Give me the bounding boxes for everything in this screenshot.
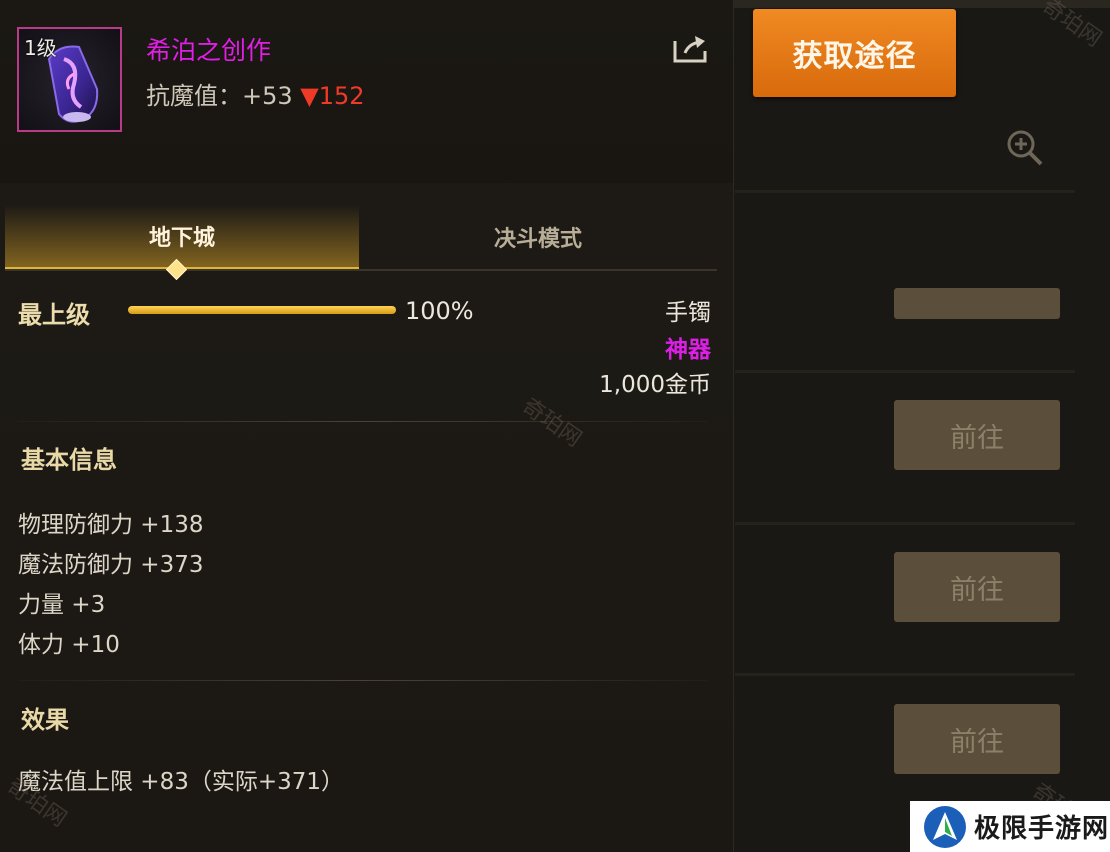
basic-stat: 魔法防御力 +373 (18, 552, 204, 578)
effect-line: 魔法值上限 +83（实际+371） (18, 769, 345, 795)
goto-button[interactable]: 前往 (894, 552, 1060, 622)
item-tooltip: 1级 希泊之创作 抗魔值：+53 ▼152 地下城 决斗模式 最上级 100% … (0, 0, 734, 852)
panel-divider (735, 522, 1075, 525)
item-price: 1,000金币 (599, 372, 711, 398)
basic-stat: 体力 +10 (18, 632, 120, 658)
stat-value: +53 (242, 82, 293, 110)
stat-delta: ▼152 (300, 82, 365, 110)
tab-dungeon[interactable]: 地下城 (5, 205, 359, 270)
mode-tabs: 地下城 决斗模式 (5, 205, 717, 271)
basic-info-title: 基本信息 (21, 446, 117, 474)
section-divider (18, 421, 708, 422)
grade-percent: 100% (405, 297, 474, 325)
tooltip-header: 1级 希泊之创作 抗魔值：+53 ▼152 (0, 0, 733, 183)
grade-bar (128, 306, 396, 314)
site-logo-text: 极限手游网 (974, 814, 1110, 844)
panel-divider (735, 190, 1075, 193)
stat-label: 抗魔值： (146, 82, 242, 110)
grade-bar-fill (128, 306, 396, 314)
item-level: 1级 (24, 36, 57, 60)
item-slot[interactable]: 1级 (17, 27, 122, 132)
basic-stat: 力量 +3 (18, 592, 106, 618)
tab-pvp[interactable]: 决斗模式 (359, 205, 717, 269)
goto-button[interactable]: 前往 (894, 704, 1060, 774)
basic-stat: 物理防御力 +138 (18, 512, 204, 538)
tab-underline (5, 269, 717, 271)
site-logo-icon (924, 805, 966, 848)
item-type: 手镯 (665, 300, 711, 326)
panel-divider (735, 370, 1075, 373)
get-source-button[interactable]: 获取途径 (753, 9, 956, 97)
section-divider (18, 680, 708, 681)
effects-title: 效果 (21, 706, 69, 734)
item-stat-line: 抗魔值：+53 ▼152 (146, 76, 365, 111)
grade-label: 最上级 (18, 301, 90, 329)
item-name: 希泊之创作 (146, 36, 272, 65)
zoom-in-icon[interactable] (1003, 127, 1047, 167)
goto-button-partial[interactable] (894, 288, 1060, 319)
site-logo: 极限手游网 (910, 801, 1110, 852)
item-rarity: 神器 (665, 337, 711, 363)
panel-divider (735, 673, 1075, 676)
goto-button[interactable]: 前往 (894, 400, 1060, 470)
share-icon[interactable] (671, 33, 711, 65)
